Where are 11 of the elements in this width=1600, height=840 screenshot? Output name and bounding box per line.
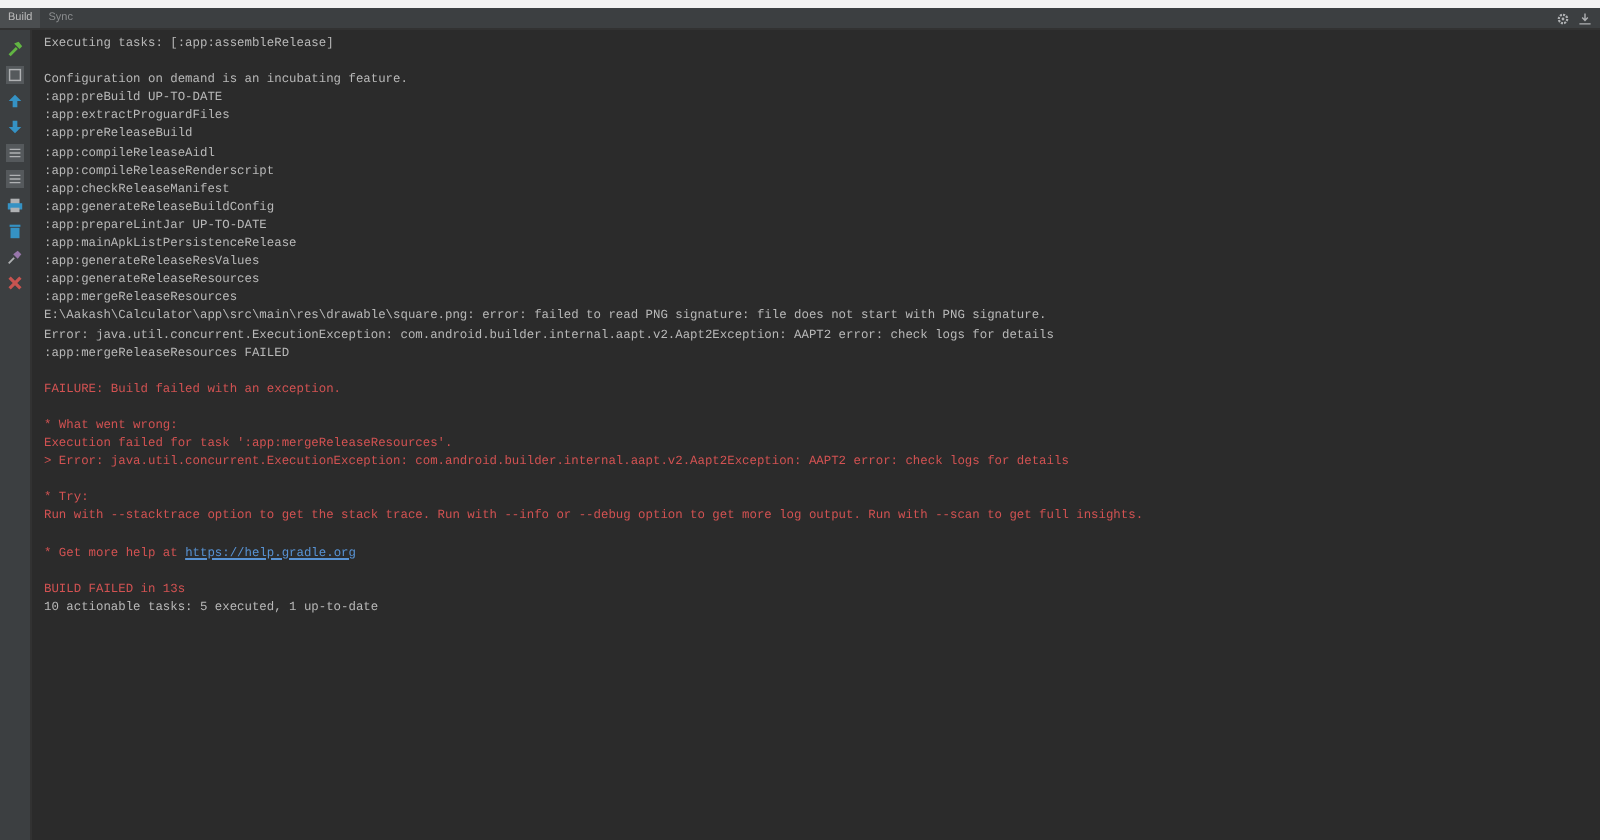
close-icon[interactable]	[6, 274, 24, 292]
settings-icon[interactable]	[1556, 11, 1570, 25]
arrow-up-icon[interactable]	[6, 92, 24, 110]
minimize-icon[interactable]	[1578, 11, 1592, 25]
list-icon[interactable]	[6, 144, 24, 162]
pin-icon[interactable]	[6, 248, 24, 266]
arrow-down-icon[interactable]	[6, 118, 24, 136]
list-icon[interactable]	[6, 170, 24, 188]
printer-icon[interactable]	[6, 196, 24, 214]
trash-icon[interactable]	[6, 222, 24, 240]
hammer-icon[interactable]	[6, 40, 24, 58]
